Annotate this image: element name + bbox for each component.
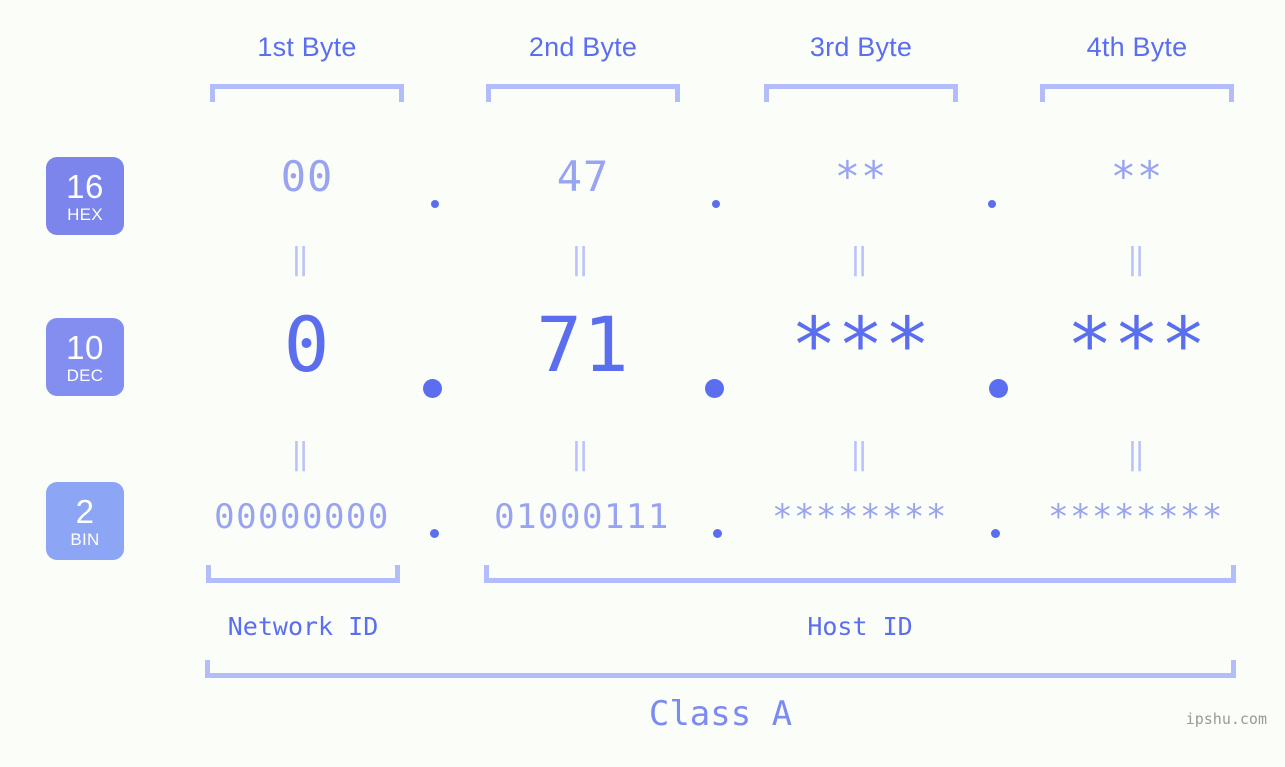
bin-row: 00000000 01000111 ******** ********: [0, 497, 1285, 552]
byte-header-label-1: 1st Byte: [257, 32, 357, 62]
bin-separator-dot-2: [713, 529, 722, 538]
class-bracket: [205, 660, 1236, 678]
host-id-bracket: [484, 565, 1236, 583]
equality-marker-2-1: ‖: [291, 437, 309, 472]
dec-value-byte-2: 71: [536, 300, 630, 389]
equality-marker-2-3: ‖: [850, 437, 868, 472]
dec-separator-dot-3: [989, 379, 1008, 398]
dec-value-byte-1: 0: [283, 300, 331, 389]
network-id-bracket: [206, 565, 400, 583]
equality-marker-1-1: ‖: [291, 242, 309, 277]
bin-value-byte-2: 01000111: [494, 497, 670, 537]
bin-separator-dot-1: [430, 529, 439, 538]
dec-value-byte-4: ***: [1066, 300, 1208, 389]
bin-separator-dot-3: [991, 529, 1000, 538]
network-id-label: Network ID: [227, 612, 379, 641]
dec-value-byte-3: ***: [790, 300, 932, 389]
hex-separator-dot-2: [712, 200, 720, 208]
bin-value-byte-1: 00000000: [214, 497, 390, 537]
bin-value-byte-4: ********: [1048, 497, 1224, 537]
equality-marker-1-3: ‖: [850, 242, 868, 277]
equality-marker-2-4: ‖: [1127, 437, 1145, 472]
hex-value-byte-3: **: [834, 152, 888, 201]
equality-marker-1-4: ‖: [1127, 242, 1145, 277]
hex-row: 00 47 ** **: [0, 152, 1285, 222]
equality-marker-1-2: ‖: [571, 242, 589, 277]
byte-bracket-1: [210, 84, 404, 102]
hex-separator-dot-3: [988, 200, 996, 208]
hex-value-byte-1: 00: [280, 152, 334, 201]
byte-header-label-2: 2nd Byte: [528, 32, 638, 62]
hex-separator-dot-1: [431, 200, 439, 208]
byte-bracket-4: [1040, 84, 1234, 102]
equality-marker-2-2: ‖: [571, 437, 589, 472]
hex-value-byte-4: **: [1110, 152, 1164, 201]
byte-header-label-4: 4th Byte: [1086, 32, 1188, 62]
dec-separator-dot-2: [705, 379, 724, 398]
byte-header-label-3: 3rd Byte: [809, 32, 913, 62]
byte-bracket-2: [486, 84, 680, 102]
bin-value-byte-3: ********: [772, 497, 948, 537]
byte-bracket-3: [764, 84, 958, 102]
dec-separator-dot-1: [423, 379, 442, 398]
hex-value-byte-2: 47: [556, 152, 610, 201]
class-label: Class A: [648, 694, 793, 734]
host-id-label: Host ID: [807, 612, 913, 641]
ip-address-breakdown-diagram: 1st Byte 2nd Byte 3rd Byte 4th Byte 16 H…: [0, 0, 1285, 767]
watermark: ipshu.com: [1185, 710, 1267, 728]
dec-row: 0 71 *** ***: [0, 300, 1285, 410]
